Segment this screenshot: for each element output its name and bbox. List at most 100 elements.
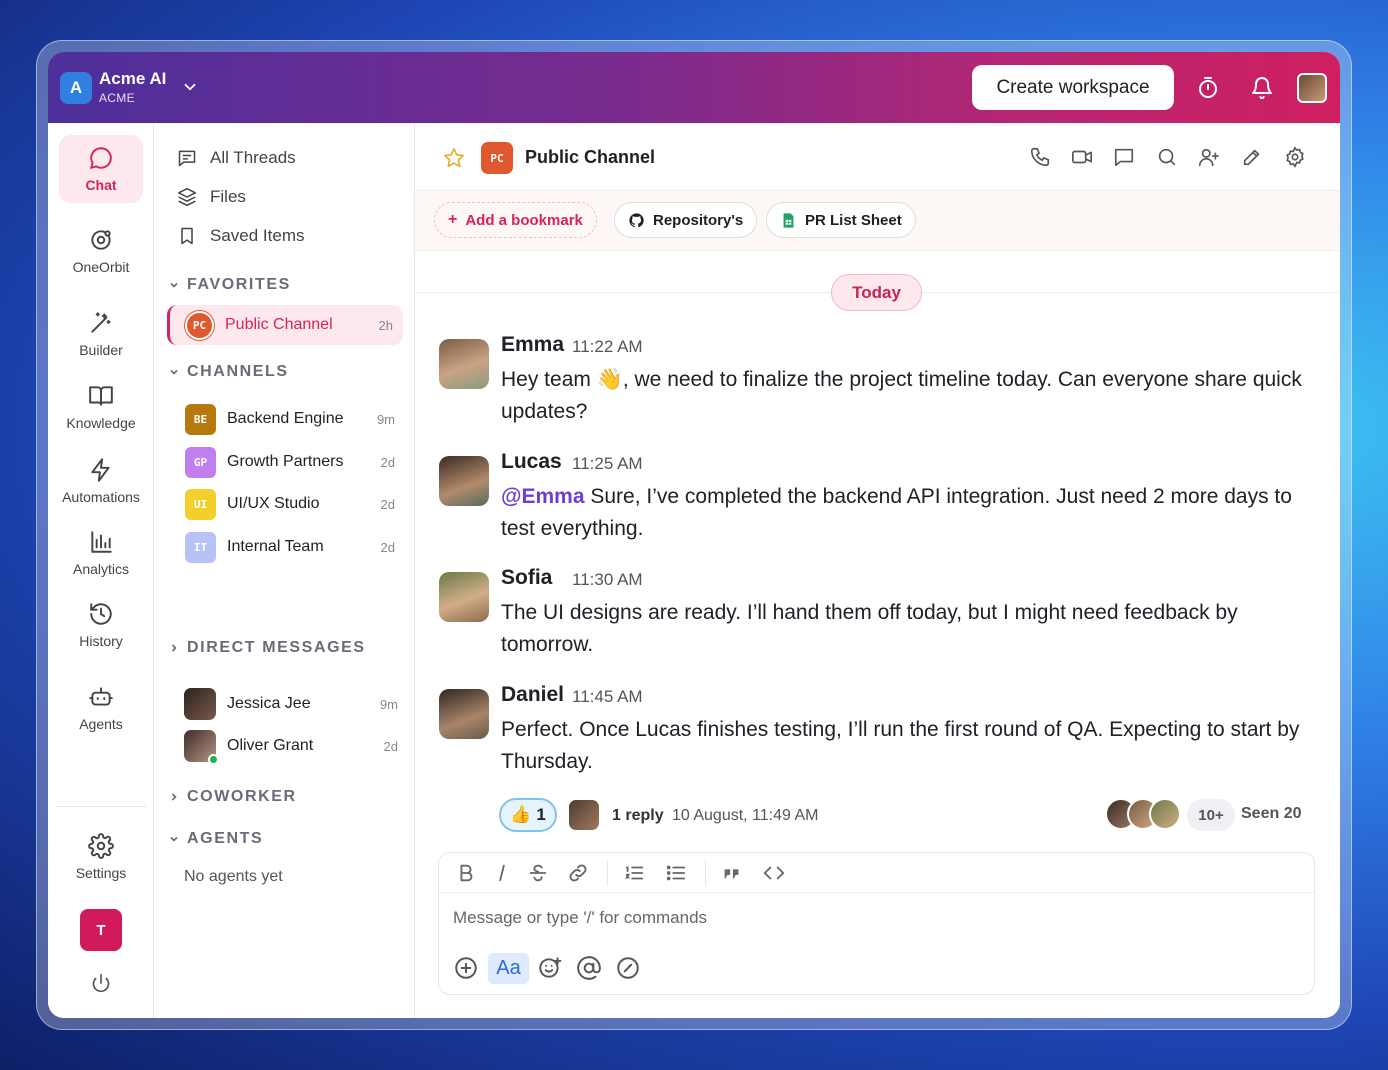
- workspace-logo[interactable]: A: [60, 72, 92, 104]
- slash-command-icon[interactable]: [615, 955, 641, 981]
- section-favorites[interactable]: FAVORITES: [169, 276, 291, 294]
- nav-label: All Threads: [210, 148, 296, 167]
- message-text: @Emma Sure, I’ve completed the backend A…: [501, 481, 1311, 545]
- rail-divider: [56, 806, 146, 807]
- strikethrough-icon[interactable]: [527, 862, 549, 884]
- ordered-list-icon[interactable]: [623, 862, 645, 884]
- emoji-icon[interactable]: [537, 955, 563, 981]
- chevron-down-icon: [170, 282, 178, 288]
- message-author[interactable]: Emma: [501, 333, 564, 357]
- thread-meta: 👍 1 1 reply 10 August, 11:49 AM 10+ Seen…: [499, 798, 1309, 834]
- dm-time: 2d: [383, 738, 398, 754]
- message-author[interactable]: Sofia: [501, 566, 552, 590]
- rail-item-history[interactable]: History: [59, 591, 143, 659]
- message-text: Perfect. Once Lucas finishes testing, I’…: [501, 718, 1300, 773]
- bold-icon[interactable]: [455, 862, 477, 884]
- section-agents[interactable]: AGENTS: [169, 830, 263, 848]
- add-attachment-icon[interactable]: [453, 955, 479, 981]
- github-icon: [629, 212, 644, 227]
- plus-icon: +: [448, 211, 458, 228]
- channel-name: Internal Team: [227, 538, 324, 555]
- message-author[interactable]: Lucas: [501, 450, 562, 474]
- rail-item-chat[interactable]: Chat: [59, 135, 143, 203]
- code-icon[interactable]: [763, 862, 785, 884]
- user-avatar[interactable]: [1297, 73, 1327, 103]
- quote-icon[interactable]: [721, 862, 743, 884]
- text-format-button[interactable]: Aa: [488, 953, 529, 984]
- add-user-icon[interactable]: [1198, 146, 1220, 168]
- section-direct-messages[interactable]: DIRECT MESSAGES: [169, 639, 366, 657]
- rail-item-agents[interactable]: Agents: [59, 674, 143, 742]
- bell-icon[interactable]: [1250, 76, 1274, 100]
- rail-label-builder: Builder: [79, 342, 123, 358]
- star-icon[interactable]: [443, 147, 465, 169]
- channel-ui-ux-studio[interactable]: UI UI/UX Studio 2d: [185, 487, 395, 521]
- channel-public-channel[interactable]: PC Public Channel 2h: [167, 305, 403, 345]
- toolbar-separator: [607, 860, 608, 886]
- seen-more-badge[interactable]: 10+: [1187, 799, 1235, 831]
- mention-icon[interactable]: [576, 955, 602, 981]
- no-agents-text: No agents yet: [184, 868, 283, 885]
- reaction-chip[interactable]: 👍 1: [499, 798, 557, 832]
- message-input[interactable]: [453, 905, 1293, 931]
- bookmark-repository[interactable]: Repository's: [614, 202, 758, 238]
- history-icon: [90, 603, 112, 625]
- rail-item-knowledge[interactable]: Knowledge: [59, 373, 143, 441]
- power-icon[interactable]: [91, 973, 111, 993]
- dm-name: Oliver Grant: [227, 737, 314, 754]
- workspace-name[interactable]: Acme AI: [99, 69, 166, 89]
- reply-link[interactable]: 1 reply: [612, 807, 664, 825]
- edit-icon[interactable]: [1241, 146, 1263, 168]
- channel-internal-team[interactable]: IT Internal Team 2d: [185, 530, 395, 564]
- nav-all-threads[interactable]: All Threads: [177, 148, 296, 168]
- format-toolbar: [439, 853, 1316, 893]
- nav-files[interactable]: Files: [177, 187, 246, 207]
- avatar: [184, 730, 219, 765]
- bullet-list-icon[interactable]: [665, 862, 687, 884]
- bookmark-pr-list-sheet[interactable]: PR List Sheet: [766, 202, 916, 238]
- spreadsheet-icon: [783, 212, 794, 228]
- channel-time: 2d: [380, 496, 395, 512]
- thumbs-up-icon: 👍: [510, 805, 532, 824]
- rail-item-analytics[interactable]: Analytics: [59, 519, 143, 587]
- timer-icon[interactable]: [1196, 76, 1220, 100]
- rail-item-builder[interactable]: Builder: [59, 300, 143, 368]
- italic-icon[interactable]: [491, 862, 513, 884]
- avatar: [569, 800, 599, 830]
- channel-time: 2h: [378, 317, 393, 333]
- rail-item-automations[interactable]: Automations: [59, 447, 143, 515]
- create-workspace-button[interactable]: Create workspace: [972, 65, 1174, 110]
- channel-badge: GP: [185, 446, 216, 478]
- chevron-down-icon[interactable]: [181, 78, 199, 96]
- section-coworker[interactable]: COWORKER: [169, 788, 297, 806]
- seen-avatars[interactable]: [1105, 798, 1185, 832]
- add-bookmark-button[interactable]: + Add a bookmark: [434, 202, 597, 238]
- rail-label-agents: Agents: [79, 716, 123, 732]
- dm-oliver-grant[interactable]: Oliver Grant 2d: [184, 729, 398, 765]
- rail-label-history: History: [79, 633, 123, 649]
- message-author[interactable]: Daniel: [501, 683, 564, 707]
- thread-icon[interactable]: [1113, 146, 1135, 168]
- channel-backend-engine[interactable]: BE Backend Engine 9m: [185, 402, 395, 436]
- nav-saved-items[interactable]: Saved Items: [177, 226, 305, 246]
- bookmarks-bar: + Add a bookmark Repository's PR List Sh…: [415, 191, 1340, 251]
- rail-item-oneorbit[interactable]: OneOrbit: [59, 217, 143, 285]
- gear-icon[interactable]: [1284, 146, 1306, 168]
- phone-icon[interactable]: [1029, 146, 1051, 168]
- gear-icon: [88, 833, 114, 859]
- reply-time: 10 August, 11:49 AM: [672, 807, 819, 824]
- video-icon[interactable]: [1071, 146, 1093, 168]
- seen-count: Seen 20: [1241, 805, 1302, 822]
- mention-link[interactable]: @Emma: [501, 485, 585, 508]
- rail-label-oneorbit: OneOrbit: [72, 259, 130, 275]
- rail-label-chat: Chat: [85, 177, 117, 193]
- dm-jessica-jee[interactable]: Jessica Jee 9m: [184, 687, 398, 721]
- reaction-count: 1: [536, 805, 546, 824]
- search-icon[interactable]: [1156, 146, 1178, 168]
- channel-growth-partners[interactable]: GP Growth Partners 2d: [185, 445, 395, 479]
- user-badge[interactable]: T: [80, 909, 122, 951]
- link-icon[interactable]: [567, 862, 589, 884]
- message-time: 11:25 AM: [572, 454, 643, 473]
- rail-item-settings[interactable]: Settings: [59, 823, 143, 891]
- section-channels[interactable]: CHANNELS: [169, 363, 289, 381]
